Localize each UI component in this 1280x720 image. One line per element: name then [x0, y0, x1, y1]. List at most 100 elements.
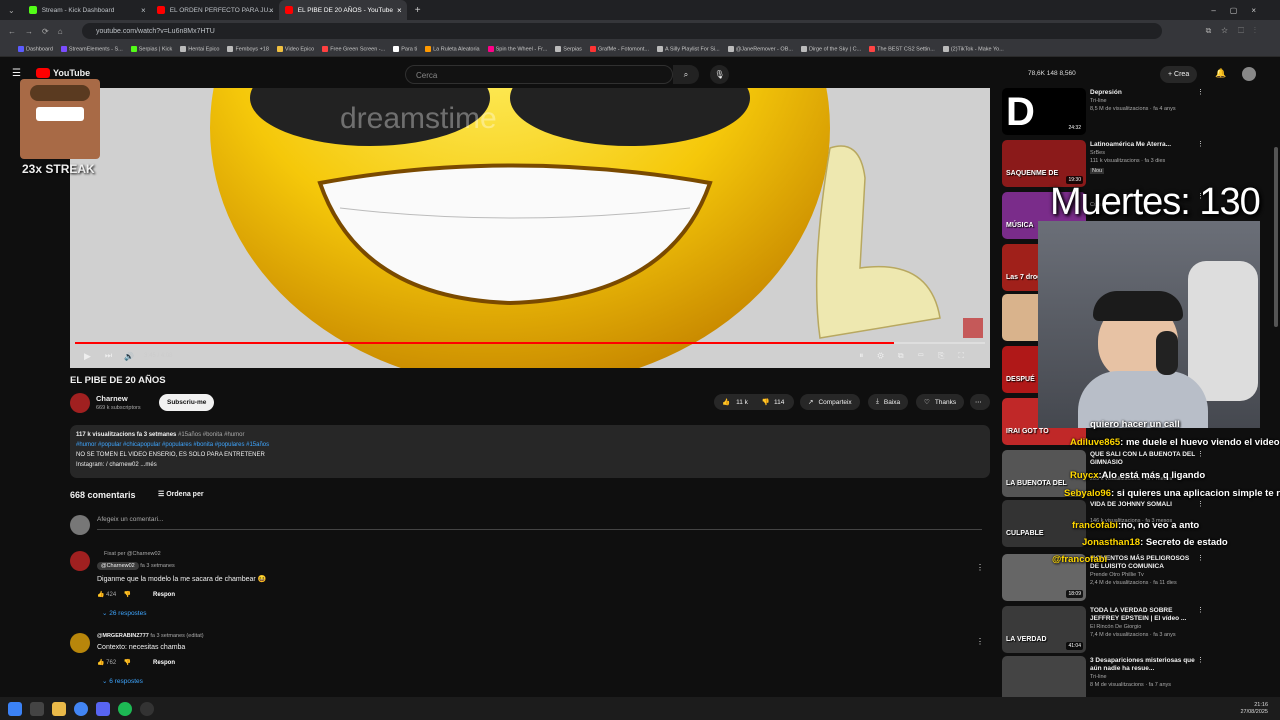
dislike-icon[interactable]: 👎	[124, 660, 131, 666]
url-field[interactable]: youtube.com/watch?v=Lu6n8Mx7HTU	[82, 23, 1162, 39]
avatar[interactable]	[1242, 67, 1256, 81]
video-title[interactable]: 3 Desapariciones misteriosas que aún nad…	[1090, 657, 1200, 673]
channel-watermark[interactable]	[963, 318, 983, 338]
video-thumbnail[interactable]: SAQUENME DE 19:30	[1002, 140, 1086, 187]
obs-icon[interactable]	[140, 701, 154, 716]
tab-pibe[interactable]: EL PIBE DE 20 AÑOS - YouTube ×	[278, 0, 407, 20]
close-icon[interactable]: ×	[269, 6, 274, 15]
menu-icon[interactable]: ☰	[12, 68, 21, 79]
like-icon[interactable]: 👍	[97, 660, 104, 666]
more-icon[interactable]: ⋮	[1197, 450, 1204, 458]
comment-menu-icon[interactable]: ⋮	[976, 637, 984, 646]
more-options-button[interactable]: ⋯	[970, 394, 990, 410]
mic-icon[interactable]: 🎙	[710, 65, 729, 84]
more-icon[interactable]: ⋮	[1197, 140, 1204, 148]
channel-name[interactable]: SrBes	[1090, 150, 1105, 156]
close-icon[interactable]: ×	[141, 6, 146, 15]
youtube-logo[interactable]: YouTube	[36, 68, 90, 78]
add-comment-input[interactable]: Afegeix un comentari...	[97, 516, 982, 530]
like-icon[interactable]: 👍	[97, 592, 104, 598]
search-input[interactable]: Cerca	[405, 65, 673, 84]
create-button[interactable]: + Crea	[1160, 66, 1198, 83]
bookmark-item[interactable]: Serpias	[555, 45, 582, 52]
search-button[interactable]: ⌕	[673, 65, 699, 84]
discord-icon[interactable]	[96, 701, 110, 716]
sort-button[interactable]: ☰ Ordena per	[158, 490, 204, 498]
nav-buttons[interactable]: ←→⟳⌂	[8, 27, 72, 36]
recommended-video[interactable]: D 24:32 Depresión Tri-line 8,5 M de visualit…	[1002, 88, 1204, 136]
description-box[interactable]: 117 k visualitzacions fa 3 setmanes #15a…	[70, 425, 990, 478]
system-clock[interactable]: 21:16 27/08/2025	[1240, 702, 1268, 716]
more-icon[interactable]: ⋮	[1197, 656, 1204, 664]
channel-name[interactable]: El Rincón De Giorgio	[1090, 624, 1141, 630]
comment-menu-icon[interactable]: ⋮	[976, 563, 984, 572]
bookmark-item[interactable]: A Silly Playlist For Si...	[656, 45, 720, 52]
player-right-controls[interactable]: ⏸⚙⧉▭⎘⛶	[859, 351, 978, 361]
volume-icon[interactable]: 🔊	[124, 352, 134, 361]
bookmark-item[interactable]: Free Green Screen -...	[322, 45, 385, 52]
bookmark-item[interactable]: Serpias | Kick	[130, 45, 172, 52]
video-player[interactable]: dreamstime ▶ ⏭ 🔊 3:45 / 4:08 ⏸⚙⧉▭⎘⛶	[70, 88, 990, 368]
dislike-icon[interactable]: 👎	[124, 592, 131, 598]
video-thumbnail[interactable]: LA VERDAD 41:04	[1002, 606, 1086, 653]
chrome-icon[interactable]	[74, 701, 88, 716]
subscribe-button[interactable]: Subscriu-me	[159, 394, 215, 411]
channel-avatar[interactable]	[70, 393, 90, 413]
bookmark-item[interactable]: The BEST CS2 Settin...	[869, 45, 935, 52]
next-icon[interactable]: ⏭	[105, 351, 112, 361]
more-icon[interactable]: ⋮	[1197, 554, 1204, 562]
video-title[interactable]: QUE SALI CON LA BUENOTA DEL GIMNASIO	[1090, 451, 1200, 467]
bookmark-item[interactable]: Hentai Epico	[180, 45, 219, 52]
comment-author[interactable]: @Charnew02	[97, 562, 139, 570]
video-title[interactable]: Latinoamérica Me Aterra...	[1090, 141, 1200, 149]
bookmark-item[interactable]: Spin the Wheel - Fr...	[487, 45, 547, 52]
video-thumbnail[interactable]	[1002, 656, 1086, 697]
new-tab-button[interactable]: +	[415, 5, 421, 16]
download-button[interactable]: ⤓ Baixa	[868, 394, 909, 410]
channel-name[interactable]: Prende Otro Phillie Tv	[1090, 572, 1144, 578]
video-thumbnail[interactable]: D 24:32	[1002, 88, 1086, 135]
comment-author[interactable]: @MRGERABINZ777	[97, 633, 149, 639]
play-icon[interactable]: ▶	[84, 351, 91, 362]
more-icon[interactable]: ⋮	[1197, 88, 1204, 96]
comment-avatar[interactable]	[70, 633, 90, 653]
recommended-video[interactable]: LA VERDAD 41:04 TODA LA VERDAD SOBRE JEFFR…	[1002, 606, 1204, 654]
search-icon[interactable]	[30, 701, 44, 716]
reply-button[interactable]: Respon	[153, 592, 175, 598]
channel-name[interactable]: Charnew	[96, 394, 128, 403]
channel-name[interactable]: Tri-line	[1090, 674, 1107, 680]
recommended-video[interactable]: 3 Desapariciones misteriosas que aún nad…	[1002, 656, 1204, 697]
window-controls[interactable]: –▢×	[1211, 6, 1270, 15]
bookmark-item[interactable]: (2)TikTok - Make Yo...	[942, 45, 1004, 52]
file-explorer-icon[interactable]	[52, 701, 66, 716]
scrollbar[interactable]	[1274, 147, 1278, 327]
video-title[interactable]: TODA LA VERDAD SOBRE JEFFREY EPSTEIN | E…	[1090, 607, 1200, 623]
tab-orden[interactable]: EL ORDEN PERFECTO PARA JU... ×	[151, 0, 279, 20]
spotify-icon[interactable]	[118, 701, 132, 716]
share-button[interactable]: ↗ Comparteix	[800, 394, 860, 410]
video-title[interactable]: Depresión	[1090, 89, 1200, 97]
tab-search-icon[interactable]: ⌄	[8, 6, 15, 15]
replies-toggle[interactable]: ⌄ 6 respostes	[102, 677, 143, 685]
bookmark-item[interactable]: Femboys +18	[227, 45, 269, 52]
bookmark-item[interactable]: Video Epico	[276, 45, 314, 52]
reply-button[interactable]: Respon	[153, 660, 175, 666]
thanks-button[interactable]: ♡ Thanks	[916, 394, 965, 410]
windows-start-icon[interactable]	[8, 701, 22, 716]
more-icon[interactable]: ⋮	[1197, 606, 1204, 614]
bookmark-item[interactable]: GrafMe - Fotomont...	[589, 45, 649, 52]
bookmark-item[interactable]: Dashboard	[18, 45, 53, 52]
notifications-icon[interactable]: 🔔	[1215, 68, 1226, 79]
close-icon[interactable]: ×	[397, 6, 402, 15]
replies-toggle[interactable]: ⌄ 26 respostes	[102, 609, 146, 617]
bookmark-item[interactable]: StreamElements - S...	[60, 45, 123, 52]
comment-avatar[interactable]	[70, 551, 90, 571]
tab-kick[interactable]: Stream - Kick Dashboard ×	[23, 0, 151, 20]
bookmark-item[interactable]: @JaneRemover - OB...	[727, 45, 793, 52]
channel-name[interactable]: Tri-line	[1090, 98, 1107, 104]
bookmark-item[interactable]: Para ti	[393, 45, 417, 52]
like-button[interactable]: 👍 11 k 👎 114	[714, 394, 794, 410]
video-title[interactable]: VIDA DE JOHNNY SOMALI	[1090, 501, 1200, 509]
bookmark-item[interactable]: La Ruleta Aleatoria	[425, 45, 480, 52]
extension-icons[interactable]: ⧉☆⬚⋮	[1206, 26, 1266, 36]
